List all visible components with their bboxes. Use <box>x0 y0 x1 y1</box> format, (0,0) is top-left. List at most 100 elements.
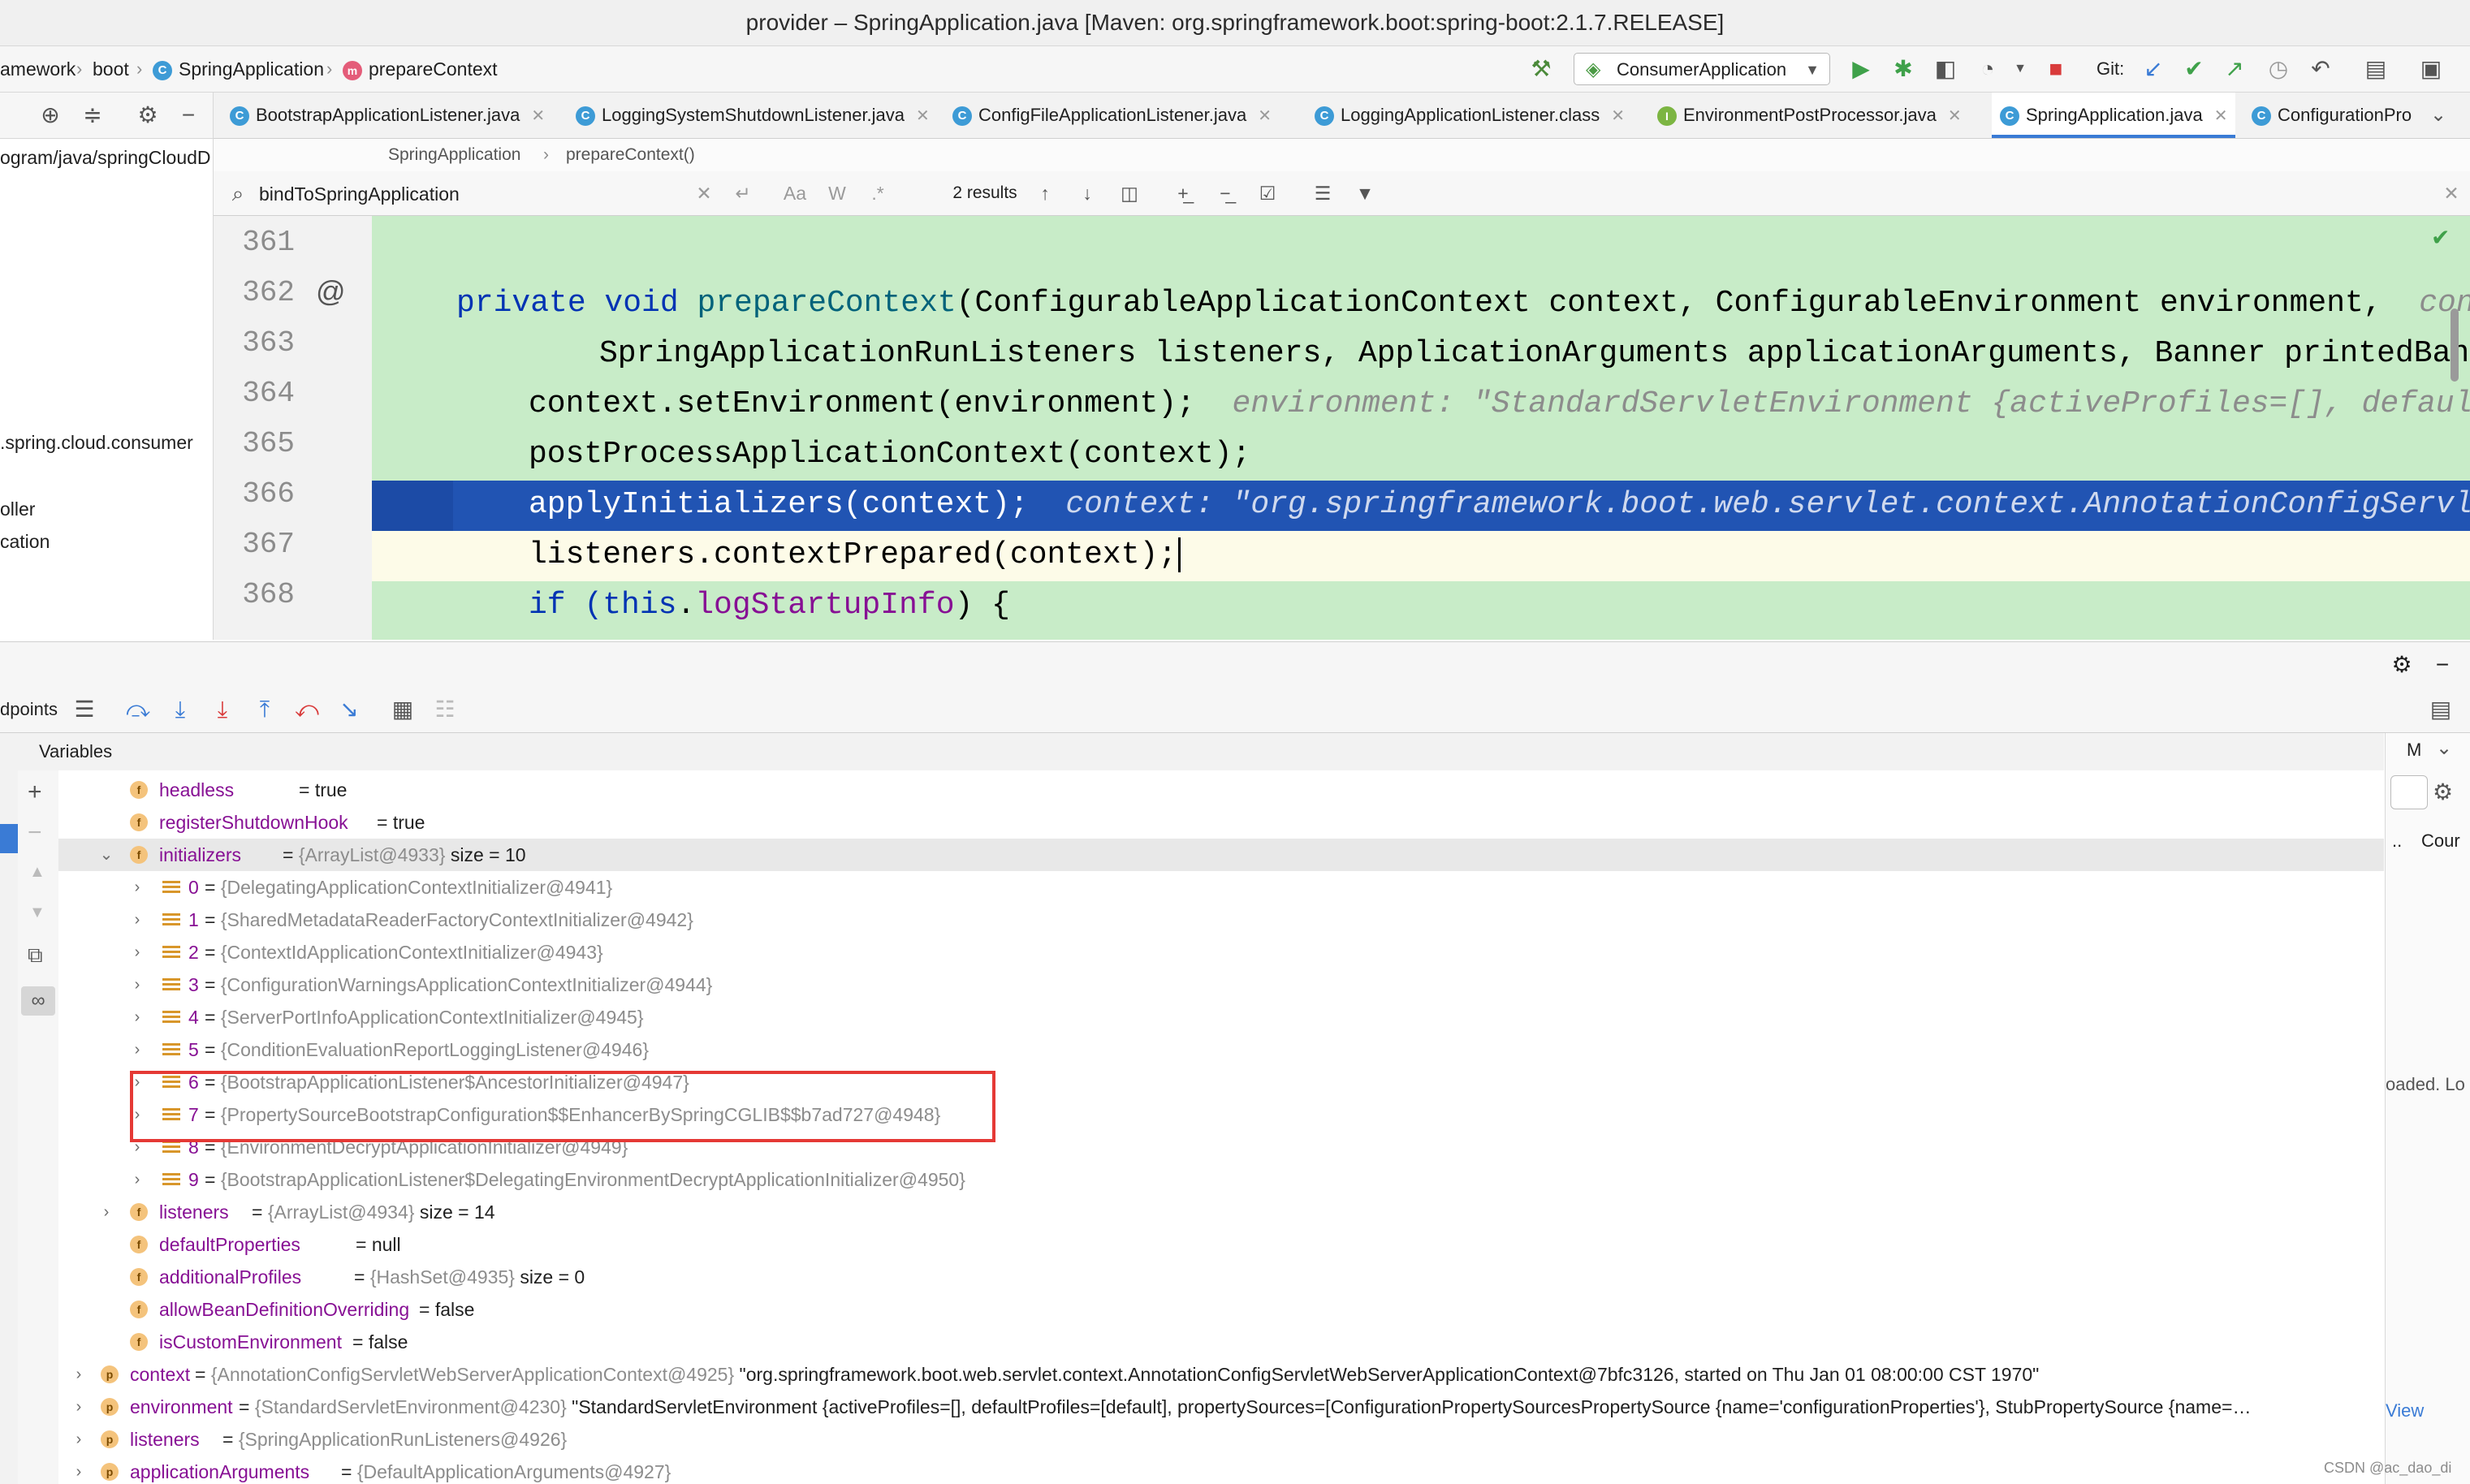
close-icon[interactable]: ✕ <box>916 107 930 125</box>
whole-word-toggle[interactable]: W <box>823 179 852 208</box>
variable-row[interactable]: › 3 = {ConfigurationWarningsApplicationCo… <box>58 968 2384 1001</box>
nav-crumb-class[interactable]: C SpringApplication <box>153 46 324 92</box>
variable-row[interactable]: f isCustomEnvironment = false <box>58 1326 2384 1358</box>
evaluate-expression-icon[interactable]: ▦ <box>388 695 417 724</box>
collapse-icon[interactable]: ≑ <box>78 101 107 130</box>
match-case-toggle[interactable]: Aa <box>779 179 811 208</box>
build-hammer-icon[interactable]: ⚒ <box>1526 54 1556 84</box>
variable-row[interactable]: › p listeners = {SpringApplicationRunListe… <box>58 1423 2384 1456</box>
multiline-icon[interactable]: ↵ <box>728 179 758 208</box>
debug-bug-icon[interactable]: ✱ <box>1889 54 1918 84</box>
search-input[interactable] <box>257 178 715 210</box>
right-panel-search-field[interactable] <box>2390 775 2428 809</box>
editor-crumb-class[interactable]: SpringApplication <box>388 139 520 171</box>
run-icon[interactable]: ▶ <box>1846 54 1876 84</box>
close-icon[interactable]: ✕ <box>2214 107 2228 125</box>
gear-icon[interactable]: ⚙ <box>133 101 162 130</box>
variable-row-selected[interactable]: ⌄ f initializers = {ArrayList@4933} size =… <box>58 839 2384 871</box>
stop-icon[interactable]: ■ <box>2041 54 2071 84</box>
override-marker-icon[interactable]: @ <box>316 274 346 308</box>
close-icon[interactable]: ✕ <box>1611 107 1625 125</box>
variable-row[interactable]: f registerShutdownHook = true <box>58 806 2384 839</box>
open-in-window-icon[interactable]: ◫ <box>1115 179 1144 208</box>
chevron-right-icon[interactable]: › <box>128 904 146 936</box>
drop-frame-icon[interactable]: ⤺ <box>292 695 322 724</box>
add-watch-icon[interactable]: + <box>28 779 42 806</box>
arrow-up-icon[interactable]: ↑ <box>1030 179 1060 208</box>
gear-icon[interactable]: ⚙ <box>2433 779 2453 805</box>
variable-row[interactable]: › 9 = {BootstrapApplicationListener$Deleg… <box>58 1163 2384 1196</box>
step-over-icon[interactable]: ⤓ <box>166 695 195 724</box>
trace-icon[interactable]: ☷ <box>430 695 460 724</box>
variable-row[interactable]: › 4 = {ServerPortInfoApplicationContextIn… <box>58 1001 2384 1033</box>
variable-row[interactable]: f additionalProfiles = {HashSet@4935} siz… <box>58 1261 2384 1293</box>
filter-icon[interactable]: ▼ <box>1350 179 1380 208</box>
run-configuration-select[interactable]: ◈ ConsumerApplication ▼ <box>1574 53 1830 85</box>
select-all-occurrences-icon[interactable]: ☑ <box>1253 179 1282 208</box>
tab-bootstrap-application-listener[interactable]: C BootstrapApplicationListener.java ✕ <box>230 93 545 138</box>
step-out-icon[interactable]: ⤒ <box>250 695 279 724</box>
project-path[interactable]: ogram/java/springCloudD <box>0 141 211 174</box>
remove-watch-icon[interactable]: − <box>28 819 42 847</box>
chevron-right-icon[interactable]: › <box>128 936 146 968</box>
arrow-down-icon[interactable]: ↓ <box>1073 179 1102 208</box>
add-occurrence-icon[interactable]: +̲ <box>1168 179 1198 208</box>
git-push-icon[interactable]: ↗ <box>2220 54 2249 84</box>
project-structure-icon[interactable]: ▤ <box>2361 54 2390 84</box>
tab-logging-system-shutdown-listener[interactable]: C LoggingSystemShutdownListener.java ✕ <box>576 93 930 138</box>
variable-row[interactable]: › p environment = {StandardServletEnvironm… <box>58 1391 2384 1423</box>
variable-row[interactable]: › 1 = {SharedMetadataReaderFactoryContext… <box>58 904 2384 936</box>
tab-configuration-properties[interactable]: C ConfigurationPro <box>2252 93 2422 138</box>
filter-lines-icon[interactable]: ☰ <box>1308 179 1337 208</box>
project-item-controller[interactable]: oller <box>0 498 35 520</box>
chevron-right-icon[interactable]: › <box>70 1423 88 1456</box>
nav-crumb-method[interactable]: m prepareContext <box>343 46 498 92</box>
selected-frame-marker[interactable] <box>0 824 18 853</box>
close-icon[interactable]: ✕ <box>1948 107 1962 125</box>
menu-icon[interactable]: ☰ <box>70 695 99 724</box>
chevron-down-icon[interactable]: ⌄ <box>2436 736 2452 760</box>
move-up-icon[interactable]: ▲ <box>29 863 45 882</box>
regex-toggle[interactable]: .* <box>863 179 892 208</box>
close-icon[interactable]: ✕ <box>1258 107 1272 125</box>
step-into-icon[interactable]: ⤓ <box>208 695 237 724</box>
right-panel-tab[interactable]: M <box>2407 740 2421 761</box>
profile-dropdown-icon[interactable]: ▼ <box>2006 54 2035 84</box>
chevron-right-icon[interactable]: › <box>128 871 146 904</box>
tab-config-file-application-listener[interactable]: C ConfigFileApplicationListener.java ✕ <box>952 93 1272 138</box>
variable-row[interactable]: f allowBeanDefinitionOverriding = false <box>58 1293 2384 1326</box>
close-search-icon[interactable]: ✕ <box>2437 179 2466 208</box>
chevron-down-icon[interactable]: ⌄ <box>97 839 115 871</box>
remove-occurrence-icon[interactable]: −̲ <box>1211 179 1240 208</box>
git-commit-icon[interactable]: ✔ <box>2179 54 2209 84</box>
close-icon[interactable]: ✕ <box>531 107 545 125</box>
coverage-icon[interactable]: ◧ <box>1931 54 1960 84</box>
variable-row[interactable]: › 0 = {DelegatingApplicationContextInitia… <box>58 871 2384 904</box>
minimize-icon[interactable]: − <box>174 101 203 130</box>
move-down-icon[interactable]: ▼ <box>29 904 45 922</box>
rollback-icon[interactable]: ↶ <box>2306 54 2335 84</box>
variable-row[interactable]: › 5 = {ConditionEvaluationReportLoggingLi… <box>58 1033 2384 1066</box>
chevron-right-icon[interactable]: › <box>128 1163 146 1196</box>
history-icon[interactable]: ◷ <box>2264 54 2293 84</box>
chevron-right-icon[interactable]: › <box>70 1456 88 1484</box>
tab-environment-post-processor[interactable]: I EnvironmentPostProcessor.java ✕ <box>1657 93 1962 138</box>
project-item-application[interactable]: cation <box>0 531 50 553</box>
chevron-right-icon[interactable]: › <box>70 1358 88 1391</box>
layout-icon[interactable]: ▣ <box>2416 54 2446 84</box>
run-to-cursor-icon[interactable]: ↘ <box>335 695 364 724</box>
debug-tab-breakpoints[interactable]: dpoints <box>0 687 58 732</box>
layout-icon[interactable]: ▤ <box>2426 695 2455 724</box>
chevron-right-icon[interactable]: › <box>128 968 146 1001</box>
nav-crumb-framework[interactable]: amework <box>0 46 76 92</box>
search-icon[interactable]: ⌕ <box>223 179 253 208</box>
variable-row[interactable]: f headless = true <box>58 774 2384 806</box>
tab-spring-application[interactable]: C SpringApplication.java ✕ <box>1992 93 2236 138</box>
locate-icon[interactable]: ⊕ <box>36 101 65 130</box>
chevron-right-icon[interactable]: › <box>128 1001 146 1033</box>
tab-logging-application-listener[interactable]: C LoggingApplicationListener.class ✕ <box>1315 93 1625 138</box>
view-link[interactable]: View <box>2386 1400 2424 1421</box>
project-item-consumer[interactable]: .spring.cloud.consumer <box>0 432 193 454</box>
nav-crumb-boot[interactable]: boot <box>93 46 129 92</box>
variable-row[interactable]: › 2 = {ContextIdApplicationContextInitial… <box>58 936 2384 968</box>
